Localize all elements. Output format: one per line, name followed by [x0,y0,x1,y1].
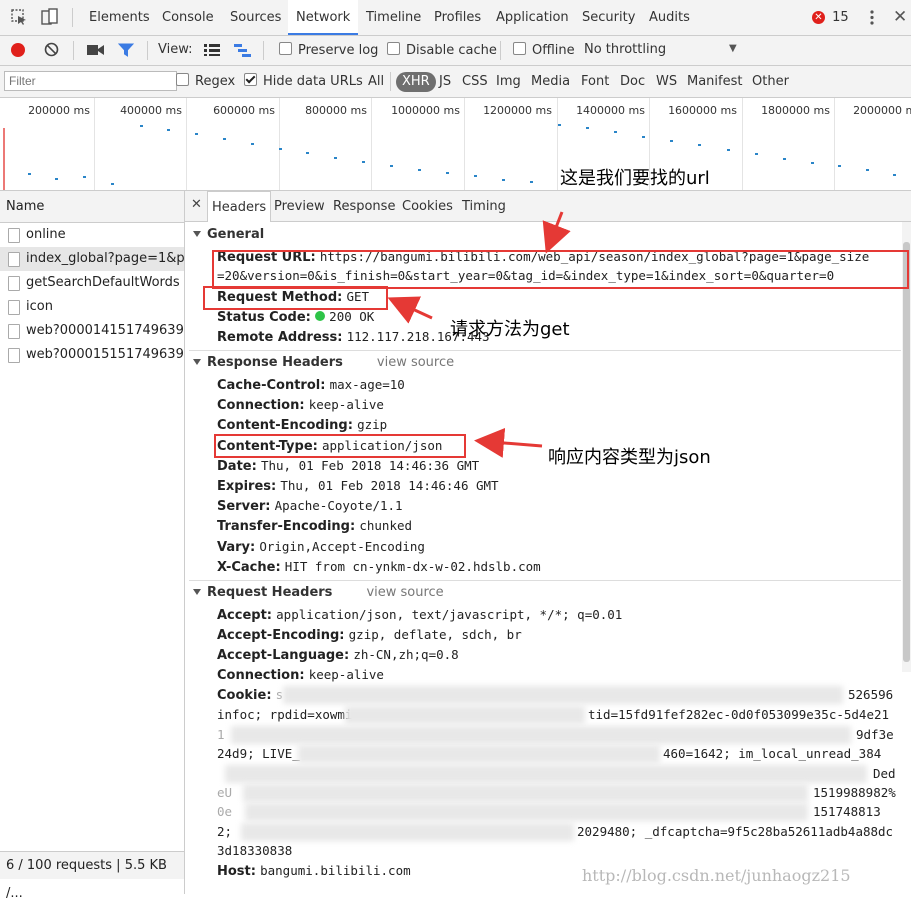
annotation-url-caption: 这是我们要找的url [560,168,710,189]
watermark: http://blog.csdn.net/junhaogz215 [582,866,851,885]
annotation-content-type-caption: 响应内容类型为json [548,447,711,468]
annotation-arrows [387,211,571,458]
annotation-method-caption: 请求方法为get [450,319,570,340]
